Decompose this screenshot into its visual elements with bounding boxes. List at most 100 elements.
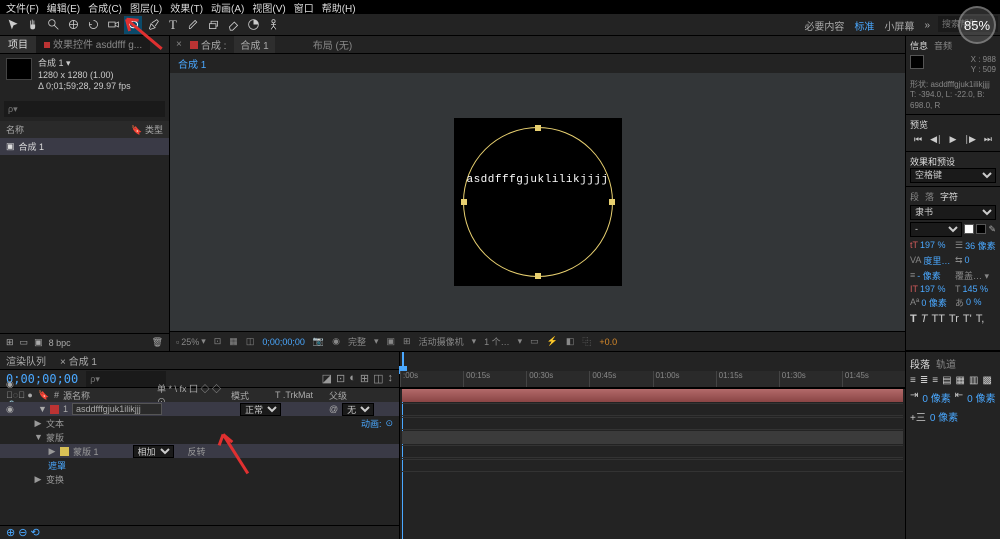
hscale-value[interactable]: 145 %	[963, 284, 989, 294]
mask-name[interactable]: 蒙版 1	[73, 445, 99, 458]
viewer-layout-label[interactable]: 布局 (无)	[313, 37, 352, 52]
comp-flowchart-icon[interactable]: ⿻	[582, 335, 591, 348]
timeline-icon[interactable]: ◧	[566, 336, 575, 347]
smallcaps-button[interactable]: Tr	[949, 313, 959, 325]
animate-menu[interactable]: 动画:	[361, 417, 382, 430]
baseline-value[interactable]: 0 像素	[921, 296, 947, 309]
character-tab[interactable]: 字符	[940, 190, 958, 203]
last-frame-icon[interactable]: ⏭	[984, 134, 992, 145]
vscale-value[interactable]: 197 %	[920, 284, 946, 294]
eyedropper-icon[interactable]: ✎	[988, 224, 996, 235]
menu-edit[interactable]: 编辑(E)	[47, 0, 80, 15]
project-tab[interactable]: 项目	[0, 34, 36, 53]
tracking-value[interactable]: 0	[965, 255, 970, 265]
roto-tool-icon[interactable]	[244, 16, 262, 34]
current-time-display[interactable]: 0;00;00;00	[262, 337, 305, 347]
preview-panel-tab[interactable]: 预览	[910, 118, 928, 131]
selection-tool-icon[interactable]	[4, 16, 22, 34]
interpret-icon[interactable]: ⊞	[6, 337, 14, 348]
stroke-width-value[interactable]: - 像素	[917, 269, 941, 282]
hand-tool-icon[interactable]	[24, 16, 42, 34]
viewer-tab-label[interactable]: 合成 :	[201, 41, 227, 52]
shortcut-dropdown[interactable]: 空格键	[910, 168, 996, 183]
track-panel-tab[interactable]: 轨道	[936, 356, 956, 371]
col-source-name[interactable]: 源名称	[63, 389, 153, 402]
exposure-value[interactable]: +0.0	[599, 337, 617, 347]
comp-thumbnail[interactable]	[6, 58, 32, 80]
align-right-icon[interactable]: ≡	[932, 375, 938, 386]
layer-prop-maskshape[interactable]: 遮罩	[0, 458, 399, 472]
leading-value[interactable]: 36 像素	[965, 239, 996, 252]
tsume-value[interactable]: 0 %	[966, 297, 982, 307]
mask-ellipse-shape[interactable]	[463, 127, 613, 277]
layer-prop-transform[interactable]: ▶变换	[0, 472, 399, 486]
align-left-icon[interactable]: ≡	[910, 375, 916, 386]
new-folder-icon[interactable]: ▭	[20, 337, 29, 348]
new-comp-icon[interactable]: ▣	[34, 337, 43, 348]
allcaps-button[interactable]: TT	[931, 313, 944, 325]
views-dropdown[interactable]: 1 个…	[484, 335, 510, 348]
subscript-button[interactable]: T,	[976, 313, 985, 325]
roi-icon[interactable]: ▣	[387, 336, 396, 347]
font-style-dropdown[interactable]: -	[910, 222, 962, 237]
pixel-aspect-icon[interactable]: ▭	[530, 336, 539, 347]
orbit-tool-icon[interactable]	[64, 16, 82, 34]
frame-blend-icon[interactable]: ⊡	[336, 372, 345, 385]
motion-blur-icon[interactable]: ◐	[349, 372, 356, 385]
indent-right-value[interactable]: 0 像素	[967, 390, 995, 405]
col-trkmat[interactable]: T .TrkMat	[275, 390, 325, 400]
mask-handle-right[interactable]	[609, 199, 615, 205]
col-parent[interactable]: 父级	[329, 389, 347, 402]
first-line-indent-value[interactable]: 0 像素	[930, 409, 958, 424]
layer-bar[interactable]	[402, 389, 903, 402]
justify-all-icon[interactable]: ▩	[982, 375, 991, 386]
workspace-tab-standard[interactable]: 标准	[854, 18, 874, 33]
indent-left-value[interactable]: 0 像素	[922, 390, 950, 405]
stroke-color-swatch[interactable]	[976, 224, 986, 234]
justify-right-icon[interactable]: ▥	[969, 375, 978, 386]
clone-tool-icon[interactable]	[204, 16, 222, 34]
resolution-dropdown[interactable]: 完整	[348, 335, 366, 348]
font-size-value[interactable]: 197 %	[920, 240, 946, 250]
bpc-toggle[interactable]: 8 bpc	[49, 338, 71, 348]
align-tab[interactable]: 落	[925, 190, 934, 203]
col-name-header[interactable]: 名称	[6, 123, 24, 136]
workspace-tab-default[interactable]: 必要内容	[804, 18, 844, 33]
mask-invert-label[interactable]: 反转	[188, 445, 206, 458]
menu-view[interactable]: 视图(V)	[252, 0, 285, 15]
bold-button[interactable]: T	[910, 313, 917, 325]
menu-layer[interactable]: 图层(L)	[130, 0, 162, 15]
col-type-header[interactable]: 🔖 类型	[131, 123, 163, 136]
zoom-tool-icon[interactable]	[44, 16, 62, 34]
workspace-switcher[interactable]: 必要内容 标准 小屏幕 »	[804, 14, 930, 36]
pen-tool-icon[interactable]	[144, 16, 162, 34]
menu-animation[interactable]: 动画(A)	[211, 0, 244, 15]
mask-handle-left[interactable]	[461, 199, 467, 205]
transparency-grid-icon[interactable]: ▦	[229, 336, 238, 347]
fill-color-swatch[interactable]	[964, 224, 974, 234]
project-search-input[interactable]	[4, 101, 165, 117]
layer-prop-text[interactable]: ▶文本动画:⊙	[0, 416, 399, 430]
next-frame-icon[interactable]: ∣▶	[964, 134, 975, 145]
graph-editor-icon[interactable]: ⊞	[360, 372, 369, 385]
paragraph-tab[interactable]: 段	[910, 190, 919, 203]
paragraph-tab-2[interactable]: 段落	[910, 356, 930, 371]
parent-dropdown[interactable]: 无	[342, 403, 374, 416]
time-ruler[interactable]: :00s 00:15s 00:30s 00:45s 01:00s 01:15s …	[400, 371, 905, 387]
channel-icon[interactable]: ◉	[332, 336, 340, 347]
justify-center-icon[interactable]: ▦	[956, 375, 965, 386]
justify-left-icon[interactable]: ▤	[942, 375, 951, 386]
brush-tool-icon[interactable]	[184, 16, 202, 34]
col-num[interactable]: #	[54, 390, 59, 400]
workspace-more-icon[interactable]: »	[924, 20, 930, 31]
menu-comp[interactable]: 合成(C)	[88, 0, 122, 15]
mask-mode-dropdown[interactable]: 相加	[133, 445, 174, 458]
timeline-comp-tab[interactable]: 合成 1	[69, 357, 97, 368]
workspace-tab-small[interactable]: 小屏幕	[884, 18, 914, 33]
camera-dropdown[interactable]: 活动摄像机	[419, 335, 464, 348]
grid-icon[interactable]: ⊞	[403, 336, 411, 347]
kerning-value[interactable]: 度里…	[923, 254, 950, 267]
fast-preview-icon[interactable]: ⚡	[547, 336, 558, 347]
comp-breadcrumb[interactable]: 合成 1	[170, 54, 905, 73]
puppet-tool-icon[interactable]	[264, 16, 282, 34]
